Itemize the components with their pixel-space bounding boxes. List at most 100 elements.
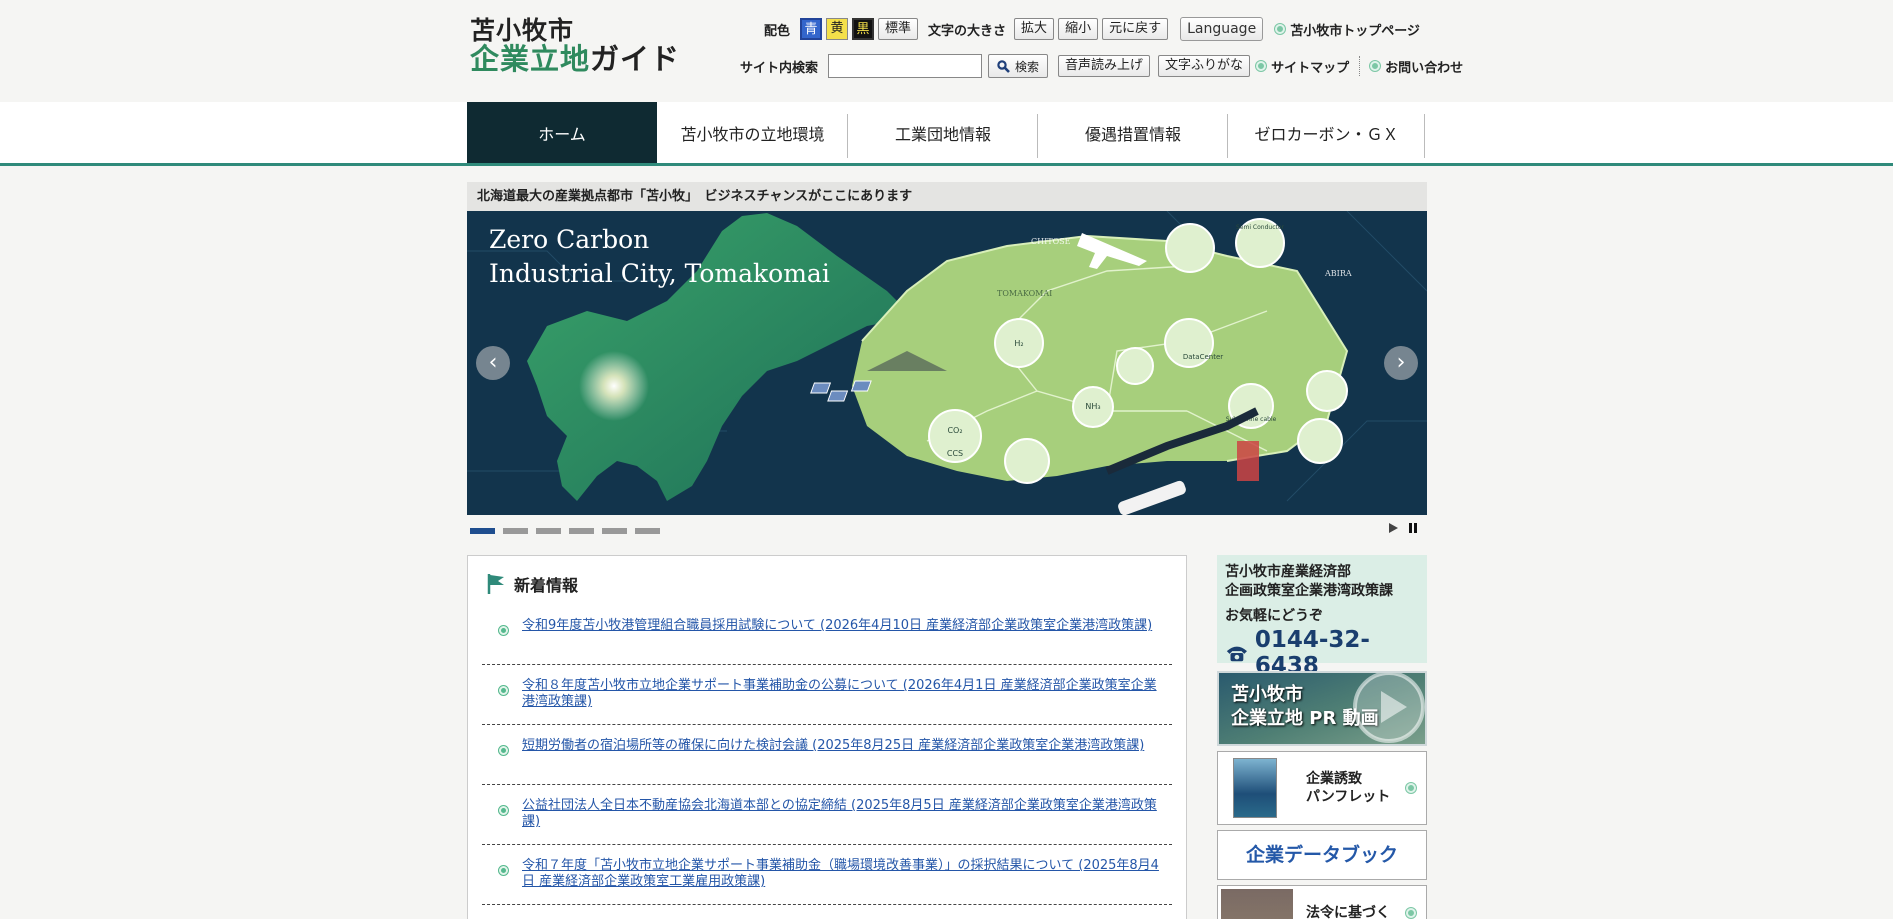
search-toolbar: サイト内検索 検索 音声読み上げ 文字ふりがな サイトマップ お問い合わせ bbox=[740, 54, 1463, 78]
nav-incentives-label: 優遇措置情報 bbox=[1084, 124, 1181, 144]
slider-dot-6[interactable] bbox=[635, 528, 660, 534]
slider-dot-2[interactable] bbox=[503, 528, 528, 534]
bullet-icon bbox=[1370, 61, 1381, 71]
slider-prev-button[interactable]: ‹ bbox=[476, 346, 510, 380]
sitemap-label: サイトマップ bbox=[1271, 60, 1350, 76]
nav-home-label: ホーム bbox=[538, 124, 586, 144]
nav-incentives[interactable]: 優遇措置情報 bbox=[1038, 102, 1228, 163]
font-shrink-button[interactable]: 縮小 bbox=[1058, 18, 1099, 40]
divider bbox=[1359, 56, 1361, 76]
color-scheme-label: 配色 bbox=[764, 23, 791, 39]
color-standard-button[interactable]: 標準 bbox=[878, 18, 919, 40]
bullet-icon bbox=[499, 806, 508, 815]
contact-label: お問い合わせ bbox=[1385, 60, 1464, 76]
nav-location-environment-label: 苫小牧市の立地環境 bbox=[680, 124, 825, 144]
law-banner[interactable]: 法令に基づく bbox=[1217, 885, 1427, 919]
nav-industrial-parks-label: 工業団地情報 bbox=[894, 124, 991, 144]
logo-guide-title: 企業立地ガイド bbox=[470, 44, 680, 74]
speech-readout-button[interactable]: 音声読み上げ bbox=[1058, 55, 1151, 77]
law-banner-label: 法令に基づく bbox=[1306, 905, 1390, 919]
map-label-ccs: CCS bbox=[947, 449, 963, 458]
chevron-right-icon: › bbox=[1396, 350, 1406, 375]
global-nav: ホーム 苫小牧市の立地環境 工業団地情報 優遇措置情報 ゼロカーボン・ＧＸ bbox=[0, 102, 1893, 166]
bullet-icon bbox=[499, 686, 508, 695]
news-heading-label: 新着情報 bbox=[514, 576, 579, 595]
slider-next-button[interactable]: › bbox=[1384, 346, 1418, 380]
law-banner-image bbox=[1221, 889, 1293, 919]
play-circle-icon bbox=[1353, 673, 1425, 743]
slide-title-line1: Zero Carbon bbox=[489, 225, 650, 254]
slider-dot-3[interactable] bbox=[536, 528, 561, 534]
logo-city-name: 苫小牧市 bbox=[470, 16, 575, 45]
flag-icon bbox=[487, 574, 504, 594]
slide-title: Zero Carbon Industrial City, Tomakomai bbox=[489, 223, 830, 291]
slider-pagination bbox=[470, 528, 668, 534]
news-item-link[interactable]: 令和８年度苫小牧市立地企業サポート事業補助金の公募について (2026年4月1日… bbox=[522, 678, 1162, 710]
nav-zero-carbon-gx-label: ゼロカーボン・ＧＸ bbox=[1254, 124, 1399, 144]
svg-text:CO₂: CO₂ bbox=[947, 426, 962, 435]
city-top-page-link[interactable]: 苫小牧市トップページ bbox=[1275, 20, 1420, 39]
phone-icon bbox=[1226, 646, 1247, 662]
bullet-icon bbox=[499, 746, 508, 755]
color-blue-button[interactable]: 青 bbox=[800, 18, 823, 40]
chevron-right-icon bbox=[1406, 908, 1416, 918]
accessibility-toolbar: 配色 青 黄 黒 標準 文字の大きさ 拡大 縮小 元に戻す Language 苫… bbox=[764, 17, 1420, 41]
font-size-label: 文字の大きさ bbox=[928, 23, 1007, 39]
site-logo[interactable]: 苫小牧市 企業立地ガイド bbox=[470, 16, 680, 75]
logo-green-text: 企業立地 bbox=[470, 42, 591, 77]
logo-dark-text: ガイド bbox=[590, 42, 681, 77]
slide-title-line2: Industrial City, Tomakomai bbox=[489, 259, 830, 288]
map-label-datacenter: DataCenter bbox=[1183, 353, 1223, 361]
font-enlarge-button[interactable]: 拡大 bbox=[1014, 18, 1055, 40]
bullet-icon bbox=[499, 866, 508, 875]
news-item-link[interactable]: 公益社団法人全日本不動産協会北海道本部との協定締結 (2025年8月5日 産業経… bbox=[522, 798, 1162, 830]
pamphlet-cover-image bbox=[1233, 758, 1277, 818]
databook-banner[interactable]: 企業データブック bbox=[1217, 830, 1427, 880]
slider-tagline: 北海道最大の産業拠点都市「苫小牧」 ビジネスチャンスがここにあります bbox=[467, 182, 1427, 211]
slider-dot-5[interactable] bbox=[602, 528, 627, 534]
contact-dept-line2: 企画政策室企業港湾政策課 bbox=[1225, 583, 1393, 599]
nav-industrial-parks[interactable]: 工業団地情報 bbox=[848, 102, 1038, 163]
news-item-link[interactable]: 令和9年度苫小牧港管理組合職員採用試験について (2026年4月10日 産業経済… bbox=[522, 618, 1162, 634]
news-item: 令和７年度「苫小牧市立地企業サポート事業補助金（職場環境改善事業）」の採択結果に… bbox=[482, 858, 1172, 905]
contact-link[interactable]: お問い合わせ bbox=[1370, 57, 1463, 76]
pamphlet-banner[interactable]: 企業誘致 パンフレット bbox=[1217, 751, 1427, 825]
language-button[interactable]: Language bbox=[1180, 17, 1264, 41]
slider-dot-1[interactable] bbox=[470, 528, 495, 534]
contact-dept-line1: 苫小牧市産業経済部 bbox=[1225, 564, 1351, 580]
map-label-tomakomai: TOMAKOMAI bbox=[997, 289, 1052, 298]
news-item: 令和9年度苫小牧港管理組合職員採用試験について (2026年4月10日 産業経済… bbox=[482, 618, 1172, 665]
site-header: 苫小牧市 企業立地ガイド 配色 青 黄 黒 標準 文字の大きさ 拡大 縮小 元に… bbox=[0, 0, 1893, 102]
bullet-icon bbox=[1256, 61, 1267, 71]
nav-home[interactable]: ホーム bbox=[467, 102, 657, 163]
news-item-link[interactable]: 短期労働者の宿泊場所等の確保に向けた検討会議 (2025年8月25日 産業経済部… bbox=[522, 738, 1162, 754]
nav-location-environment[interactable]: 苫小牧市の立地環境 bbox=[657, 102, 848, 163]
furigana-button[interactable]: 文字ふりがな bbox=[1158, 55, 1251, 77]
pamphlet-line1: 企業誘致 bbox=[1306, 771, 1362, 787]
play-icon[interactable] bbox=[1387, 522, 1399, 534]
pamphlet-line2: パンフレット bbox=[1306, 789, 1391, 805]
search-button[interactable]: 検索 bbox=[988, 54, 1049, 78]
map-label-semiconductor: Semi Conductor bbox=[1236, 224, 1285, 231]
pause-icon[interactable] bbox=[1407, 522, 1419, 534]
news-heading: 新着情報 bbox=[486, 572, 578, 596]
search-input[interactable] bbox=[828, 54, 983, 78]
map-label-chitose: CHITOSE bbox=[1031, 237, 1071, 246]
news-item-link[interactable]: 令和７年度「苫小牧市立地企業サポート事業補助金（職場環境改善事業）」の採択結果に… bbox=[522, 858, 1162, 890]
slider-dot-4[interactable] bbox=[569, 528, 594, 534]
map-label-abira: ABIRA bbox=[1324, 269, 1352, 278]
news-item: 令和８年度苫小牧市立地企業サポート事業補助金の公募について (2026年4月1日… bbox=[482, 678, 1172, 725]
city-top-page-label: 苫小牧市トップページ bbox=[1290, 23, 1420, 39]
color-yellow-button[interactable]: 黄 bbox=[826, 18, 849, 40]
news-item: 短期労働者の宿泊場所等の確保に向けた検討会議 (2025年8月25日 産業経済部… bbox=[482, 738, 1172, 785]
chevron-left-icon: ‹ bbox=[488, 350, 498, 375]
font-reset-button[interactable]: 元に戻す bbox=[1102, 18, 1169, 40]
nav-zero-carbon-gx[interactable]: ゼロカーボン・ＧＸ bbox=[1228, 102, 1425, 163]
svg-text:NH₃: NH₃ bbox=[1085, 402, 1100, 411]
bullet-icon bbox=[499, 626, 508, 635]
hero-slider[interactable]: H₂ NH₃ CO₂ CCS DataCenter Submarine cabl… bbox=[467, 211, 1427, 515]
sitemap-link[interactable]: サイトマップ bbox=[1256, 57, 1349, 76]
news-item: 公益社団法人全日本不動産協会北海道本部との協定締結 (2025年8月5日 産業経… bbox=[482, 798, 1172, 845]
pr-video-banner[interactable]: 苫小牧市 企業立地 PR 動画 bbox=[1217, 671, 1427, 746]
color-black-button[interactable]: 黒 bbox=[852, 18, 875, 40]
